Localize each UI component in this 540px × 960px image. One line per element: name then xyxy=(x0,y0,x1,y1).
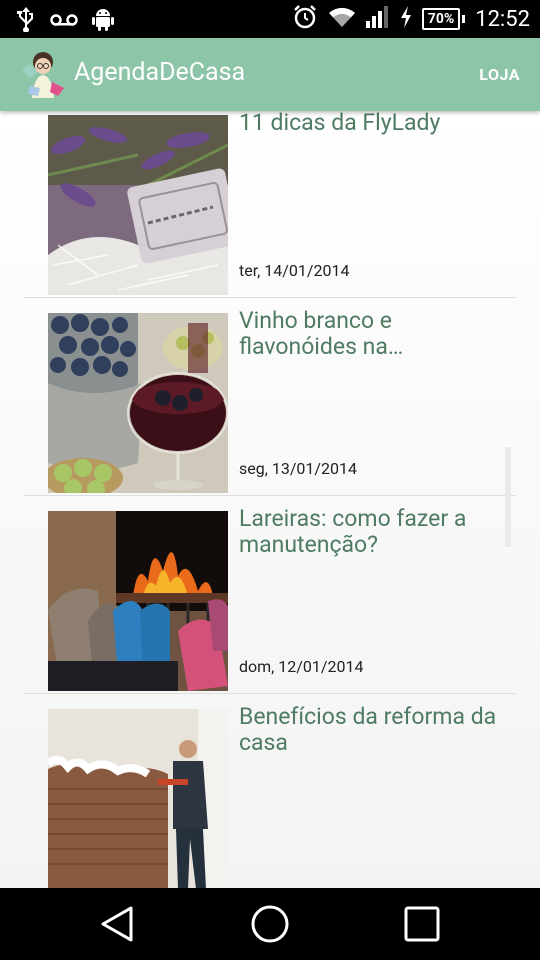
charging-icon xyxy=(400,6,412,32)
article-list-container[interactable]: 11 dicas da FlyLady ter, 14/01/2014 Vinh… xyxy=(0,111,540,888)
battery-level: 70% xyxy=(427,11,455,27)
usb-icon xyxy=(16,6,36,36)
article-thumbnail xyxy=(48,511,228,691)
article-thumbnail xyxy=(48,709,228,888)
loja-button[interactable]: LOJA xyxy=(479,65,520,84)
article-thumbnail xyxy=(48,313,228,493)
voicemail-icon xyxy=(50,12,78,31)
article-date: seg, 13/01/2014 xyxy=(239,459,357,478)
alarm-icon xyxy=(292,4,318,34)
recents-icon[interactable] xyxy=(402,904,442,944)
lavender-soap-photo xyxy=(48,115,228,295)
scrollbar[interactable] xyxy=(505,447,511,547)
android-icon xyxy=(92,7,114,35)
article-date: ter, 14/01/2014 xyxy=(239,261,350,280)
article-title: Lareiras: como fazer a manutenção? xyxy=(239,505,467,558)
battery-indicator: 70% xyxy=(421,8,466,30)
navigation-bar xyxy=(0,888,540,960)
status-clock: 12:52 xyxy=(475,6,530,32)
action-bar: AgendaDeCasa LOJA xyxy=(0,38,540,111)
article-title: 11 dicas da FlyLady xyxy=(239,111,441,136)
article-title: Vinho branco e flavonóides na… xyxy=(239,307,404,360)
article-date: dom, 12/01/2014 xyxy=(239,657,364,676)
renovation-brick-wall-photo xyxy=(48,709,228,888)
list-item[interactable]: Benefícios da reforma da casa xyxy=(24,694,516,888)
wifi-icon xyxy=(328,6,356,32)
status-bar: 70% 12:52 xyxy=(0,0,540,38)
app-logo-icon[interactable] xyxy=(16,48,68,100)
article-title: Benefícios da reforma da casa xyxy=(239,703,497,756)
article-list: 11 dicas da FlyLady ter, 14/01/2014 Vinh… xyxy=(24,111,516,888)
system-icons: 70% 12:52 xyxy=(292,4,530,34)
notification-icons xyxy=(16,6,114,36)
wine-grapes-photo xyxy=(48,313,228,493)
list-item[interactable]: Lareiras: como fazer a manutenção? dom, … xyxy=(24,496,516,694)
back-icon[interactable] xyxy=(98,904,138,944)
app-title: AgendaDeCasa xyxy=(74,58,246,87)
home-icon[interactable] xyxy=(250,904,290,944)
article-thumbnail xyxy=(48,115,228,295)
fireplace-socks-photo xyxy=(48,511,228,691)
list-item[interactable]: 11 dicas da FlyLady ter, 14/01/2014 xyxy=(24,111,516,298)
signal-icon xyxy=(365,6,390,32)
list-item[interactable]: Vinho branco e flavonóides na… seg, 13/0… xyxy=(24,298,516,496)
